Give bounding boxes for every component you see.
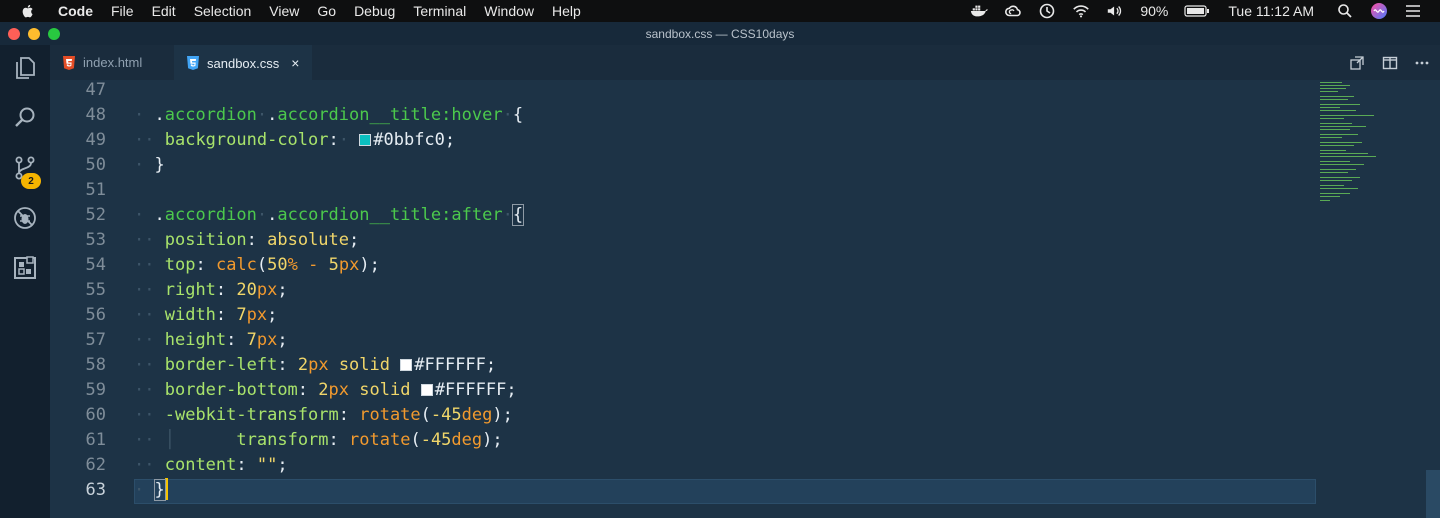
line-number: 60: [85, 405, 106, 425]
menu-window[interactable]: Window: [475, 0, 543, 22]
line-number: 62: [85, 455, 106, 475]
code-line: ·· background-color:· #0bbfc0;: [134, 130, 456, 150]
code-line: ·· -webkit-transform: rotate(-45deg);: [134, 405, 513, 425]
debug-icon: [12, 205, 38, 236]
battery-percent: 90%: [1140, 3, 1169, 19]
window-title: sandbox.css — CSS10days: [645, 26, 795, 41]
line-number: 56: [85, 305, 106, 325]
line-number: 58: [85, 355, 106, 375]
window-minimize-button[interactable]: [28, 28, 40, 40]
menu-edit[interactable]: Edit: [143, 0, 185, 22]
activity-explorer[interactable]: [0, 45, 50, 95]
line-number: 57: [85, 330, 106, 350]
code-line-current: · }: [134, 478, 168, 503]
docker-icon[interactable]: [970, 2, 989, 20]
scrollbar-thumb[interactable]: [1426, 470, 1440, 518]
code-line: ·· top: calc(50% - 5px);: [134, 255, 380, 275]
line-number: 59: [85, 380, 106, 400]
extensions-icon: [12, 255, 38, 286]
html5-icon: [62, 55, 76, 70]
line-number: 55: [85, 280, 106, 300]
menu-view[interactable]: View: [260, 0, 308, 22]
vertical-scrollbar[interactable]: [1426, 80, 1440, 518]
apple-icon[interactable]: [20, 3, 36, 19]
code-line: ·· border-left: 2px solid #FFFFFF;: [134, 355, 497, 375]
code-line: ·· right: 20px;: [134, 280, 288, 300]
volume-icon[interactable]: [1106, 2, 1124, 20]
line-number: 48: [85, 105, 106, 125]
code-line: ·· height: 7px;: [134, 330, 288, 350]
line-number: 53: [85, 230, 106, 250]
line-number: 61: [85, 430, 106, 450]
activity-search[interactable]: [0, 95, 50, 145]
siri-icon[interactable]: [1370, 2, 1388, 20]
activity-bar: 2: [0, 45, 50, 518]
menu-app-code[interactable]: Code: [46, 0, 102, 22]
color-swatch-white[interactable]: [420, 384, 433, 396]
window-zoom-button[interactable]: [48, 28, 60, 40]
code-editor[interactable]: 47 48 49 50 51 52 53 54 55 56 57 58 59 6…: [50, 80, 1440, 518]
tab-sandbox-css[interactable]: sandbox.css ×: [174, 45, 312, 80]
code-line: · .accordion·.accordion__title:after·{: [134, 204, 525, 226]
more-actions-icon[interactable]: [1412, 53, 1432, 73]
code-line: ·· │ transform: rotate(-45deg);: [134, 430, 503, 450]
time-machine-icon[interactable]: [1038, 2, 1056, 20]
tab-label: index.html: [83, 55, 143, 70]
code-line: · .accordion·.accordion__title:hover·{: [134, 105, 524, 125]
tab-label: sandbox.css: [207, 55, 280, 71]
spotlight-icon[interactable]: [1336, 2, 1354, 20]
line-number-gutter: 47 48 49 50 51 52 53 54 55 56 57 58 59 6…: [50, 80, 134, 518]
clock[interactable]: Tue 11:12 AM: [1218, 3, 1328, 19]
line-number: 49: [85, 130, 106, 150]
activity-debug[interactable]: [0, 195, 50, 245]
code-lines[interactable]: · .accordion·.accordion__title:hover·{ ·…: [134, 80, 1316, 518]
line-number: 52: [85, 205, 106, 225]
line-number-current: 63: [85, 480, 106, 500]
system-menu-bar: Code File Edit Selection View Go Debug T…: [0, 0, 1440, 22]
menu-go[interactable]: Go: [308, 0, 345, 22]
code-line: ·· border-bottom: 2px solid #FFFFFF;: [134, 380, 517, 400]
battery-icon[interactable]: [1184, 2, 1210, 20]
files-icon: [12, 55, 38, 86]
window-titlebar: sandbox.css — CSS10days: [0, 22, 1440, 45]
code-line: ·· width: 7px;: [134, 305, 278, 325]
wifi-icon[interactable]: [1072, 2, 1090, 20]
line-number: 54: [85, 255, 106, 275]
search-icon: [12, 105, 38, 136]
line-number: 50: [85, 155, 106, 175]
activity-source-control[interactable]: 2: [0, 145, 50, 195]
code-line: ·· position: absolute;: [134, 230, 360, 250]
line-number: 47: [85, 80, 106, 100]
text-cursor: [164, 478, 168, 500]
color-swatch-white[interactable]: [400, 359, 413, 371]
activity-extensions[interactable]: [0, 245, 50, 295]
line-number: 51: [85, 180, 106, 200]
menu-debug[interactable]: Debug: [345, 0, 404, 22]
notification-center-icon[interactable]: [1404, 2, 1422, 20]
creative-cloud-icon[interactable]: [1004, 2, 1022, 20]
menu-terminal[interactable]: Terminal: [404, 0, 475, 22]
window-close-button[interactable]: [8, 28, 20, 40]
menu-selection[interactable]: Selection: [185, 0, 261, 22]
open-changes-icon[interactable]: [1347, 53, 1367, 73]
scm-badge: 2: [21, 173, 41, 189]
color-swatch-teal[interactable]: [359, 134, 372, 146]
code-line: · }: [134, 155, 165, 175]
menu-file[interactable]: File: [102, 0, 143, 22]
menu-help[interactable]: Help: [543, 0, 590, 22]
minimap[interactable]: [1316, 80, 1426, 518]
tab-index-html[interactable]: index.html: [50, 45, 174, 80]
css3-icon: [186, 56, 200, 70]
status-area: 90% Tue 11:12 AM: [962, 0, 1440, 22]
tab-close-button[interactable]: ×: [291, 55, 299, 71]
code-line: ·· content: "";: [134, 455, 288, 475]
split-editor-icon[interactable]: [1380, 53, 1400, 73]
editor-tab-bar: index.html sandbox.css ×: [50, 45, 1440, 80]
